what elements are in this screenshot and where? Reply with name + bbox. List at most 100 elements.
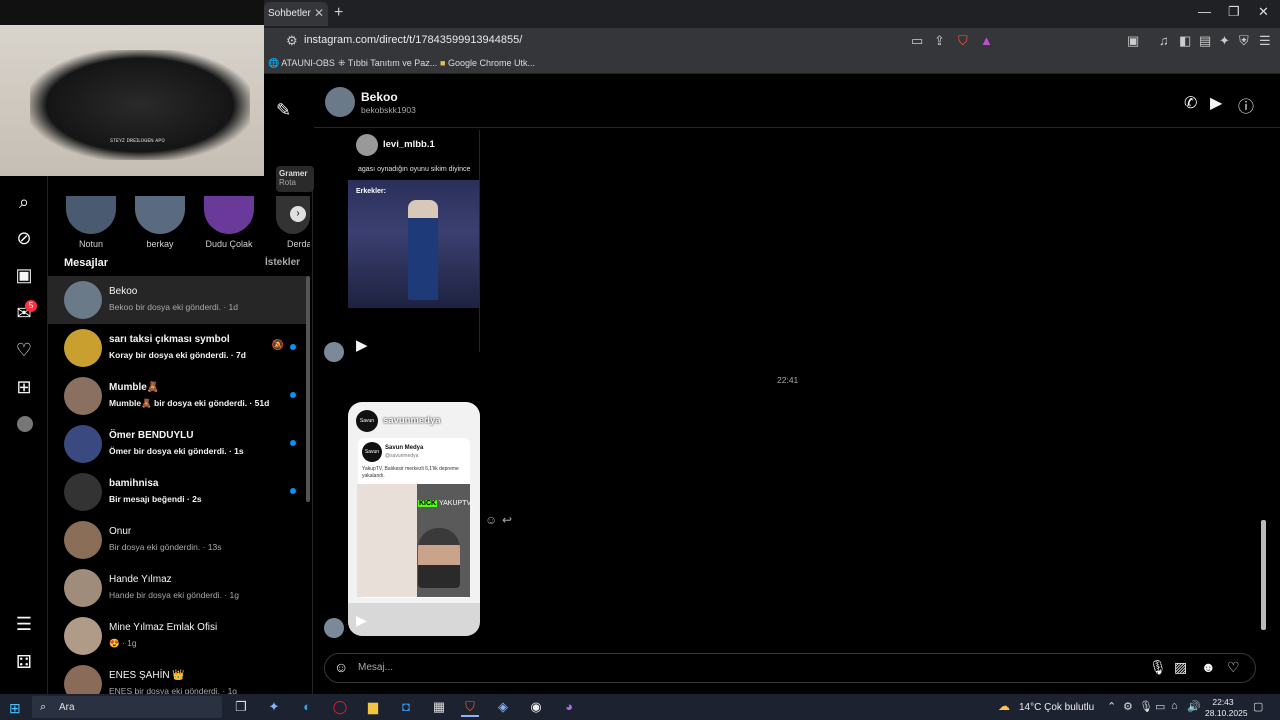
- explore-icon[interactable]: ⊘: [14, 228, 34, 249]
- conversation-item[interactable]: sarı taksi çıkması symbol Koray bir dosy…: [48, 324, 306, 372]
- weather-text[interactable]: 14°C Çok bulutlu: [1019, 702, 1094, 713]
- file-explorer-icon[interactable]: ▆: [364, 699, 382, 715]
- brave-rewards-icon[interactable]: ▲: [980, 33, 993, 48]
- cast-icon[interactable]: ▭: [911, 33, 923, 49]
- app-icon[interactable]: ◈: [494, 699, 512, 715]
- chat-avatar[interactable]: [325, 87, 355, 117]
- conversation-item[interactable]: Mumble🧸 Mumble🧸 bir dosya eki gönderdi. …: [48, 372, 306, 420]
- close-window-button[interactable]: ✕: [1258, 4, 1269, 20]
- reel-icon: ▶: [356, 337, 368, 354]
- conversation-item[interactable]: bamihnisa Bir mesajı beğendi · 2s: [48, 468, 306, 516]
- react-emoji-icon[interactable]: ☺: [485, 513, 497, 527]
- conversation-item[interactable]: Mine Yılmaz Emlak Ofisi 😍 · 1g: [48, 612, 306, 660]
- profile-avatar[interactable]: [17, 416, 33, 432]
- sidebar-toggle-icon[interactable]: ▣: [1127, 33, 1139, 49]
- brave-taskbar-icon[interactable]: ⛉: [461, 699, 479, 717]
- conversation-preview: Bir dosya eki gönderdin. · 13s: [109, 542, 222, 552]
- conversation-item[interactable]: Hande Yılmaz Hande bir dosya eki gönderd…: [48, 564, 306, 612]
- bookmark-tibbi[interactable]: ⁜ Tıbbi Tanıtım ve Paz...: [338, 58, 437, 69]
- image-icon[interactable]: ▨: [1174, 659, 1187, 676]
- chat-scrollbar[interactable]: [1261, 520, 1266, 630]
- volume-icon[interactable]: 🔊: [1187, 700, 1201, 713]
- tab-sohbetler[interactable]: Sohbetler ✕: [264, 2, 328, 26]
- conversation-avatar: [64, 617, 102, 655]
- copilot-icon[interactable]: ✦: [265, 699, 283, 715]
- info-icon[interactable]: ⓘ: [1238, 93, 1254, 117]
- story-item[interactable]: berkay: [135, 196, 185, 249]
- windows-start-icon[interactable]: ⊞: [9, 700, 21, 717]
- clock[interactable]: 22:43 28.10.2025: [1205, 697, 1248, 719]
- notification-center-icon[interactable]: ▢: [1253, 700, 1263, 713]
- apps-icon[interactable]: ⚃: [14, 652, 34, 673]
- chat-name[interactable]: Bekoo: [361, 90, 398, 104]
- webcam-overlay: ꜱᴛᴇʏᴢ ᴅʀᴇɪʟᴏɢᴇɴ ᴀᴘᴏ: [0, 0, 264, 176]
- conversation-item[interactable]: Bekoo Bekoo bir dosya eki gönderdi. · 1d: [48, 276, 306, 324]
- heart-icon[interactable]: ♡: [1227, 659, 1240, 676]
- notifications-icon[interactable]: ♡: [14, 340, 34, 361]
- story-item[interactable]: Derda: [276, 196, 310, 249]
- vpn-icon[interactable]: ⛨: [1239, 33, 1249, 49]
- bookmark-folder[interactable]: ■ Google Chrome Utk...: [440, 58, 535, 68]
- story-item[interactable]: Notun: [66, 196, 116, 249]
- tab-close-icon[interactable]: ✕: [314, 6, 324, 20]
- conversation-avatar: [64, 569, 102, 607]
- conversation-preview: Bekoo bir dosya eki gönderdi. · 1d: [109, 302, 238, 312]
- conversation-avatar: [64, 281, 102, 319]
- search-icon[interactable]: ⌕: [14, 192, 34, 213]
- microphone-icon[interactable]: 🎙: [1149, 659, 1167, 676]
- conversation-item[interactable]: Ömer BENDUYLU Ömer bir dosya eki gönderd…: [48, 420, 306, 468]
- video-call-icon[interactable]: ▶: [1210, 93, 1222, 113]
- reels-icon[interactable]: ▣: [14, 265, 34, 286]
- display-icon[interactable]: ▭: [1155, 700, 1165, 713]
- minimize-button[interactable]: —: [1198, 4, 1211, 19]
- conversation-item[interactable]: ENES ŞAHİN 👑 ENES bir dosya eki gönderdi…: [48, 660, 306, 694]
- url-field[interactable]: instagram.com/direct/t/17843599913944855…: [304, 34, 522, 46]
- more-menu-icon[interactable]: ☰: [14, 614, 34, 635]
- edge-icon[interactable]: ◐: [298, 699, 316, 714]
- story-item[interactable]: Dudu Çolak: [204, 196, 254, 249]
- tray-overflow-icon[interactable]: ⌃: [1107, 700, 1116, 713]
- story-name: Derda: [287, 239, 310, 249]
- opera-icon[interactable]: ◯: [331, 699, 349, 715]
- task-view-icon[interactable]: ❐: [232, 699, 250, 715]
- discord-icon[interactable]: ◕: [560, 699, 578, 714]
- conversation-preview: Ömer bir dosya eki gönderdi. · 1s: [109, 446, 244, 456]
- leo-ai-icon[interactable]: ✦: [1219, 33, 1230, 49]
- create-icon[interactable]: ⊞: [14, 377, 34, 398]
- music-icon[interactable]: ♫: [1159, 33, 1169, 48]
- shared-post-username[interactable]: levi_mlbb.1: [383, 139, 435, 150]
- reply-icon[interactable]: ↩: [502, 513, 512, 527]
- outlook-icon[interactable]: ◘: [397, 699, 415, 714]
- emoji-icon[interactable]: ☺: [334, 659, 348, 675]
- microphone-tray-icon[interactable]: 🎙: [1139, 700, 1153, 713]
- chat-list-scrollbar[interactable]: [306, 276, 310, 502]
- site-info-icon[interactable]: ⚙: [286, 33, 298, 49]
- message-input[interactable]: Mesaj...: [358, 662, 393, 673]
- message-composer[interactable]: [324, 653, 1256, 683]
- phone-call-icon[interactable]: ✆: [1184, 93, 1197, 113]
- compose-icon[interactable]: ✎: [276, 100, 291, 121]
- menu-icon[interactable]: ☰: [1259, 33, 1271, 49]
- bookmark-label: Google Chrome Utk...: [447, 58, 535, 68]
- unread-dot: [290, 440, 296, 446]
- story-next-button[interactable]: ›: [290, 206, 306, 222]
- store-icon[interactable]: ▦: [430, 699, 448, 715]
- share-icon[interactable]: ⇪: [934, 33, 945, 49]
- conversation-name: bamihnisa: [109, 478, 159, 489]
- tray-app-icon[interactable]: ⚙: [1123, 700, 1133, 713]
- requests-link[interactable]: İstekler: [265, 257, 300, 268]
- gramer-card[interactable]: Gramer Rota: [276, 166, 314, 192]
- network-icon[interactable]: ⌂: [1171, 700, 1178, 712]
- conversation-name: Bekoo: [109, 286, 138, 297]
- sticker-icon[interactable]: ☻: [1201, 659, 1216, 675]
- bookmark-atauni[interactable]: 🌐 ATAUNI-OBS: [268, 58, 335, 69]
- new-tab-button[interactable]: +: [334, 4, 343, 22]
- conversation-avatar: [64, 521, 102, 559]
- wallet-icon[interactable]: ▤: [1199, 33, 1211, 49]
- brave-shield-icon[interactable]: ⛉: [958, 33, 968, 49]
- panel-icon[interactable]: ◧: [1179, 33, 1191, 49]
- obs-icon[interactable]: ◉: [527, 699, 545, 715]
- restore-button[interactable]: ❐: [1228, 4, 1240, 20]
- reel-author-handle[interactable]: savunmedya: [383, 415, 441, 426]
- conversation-item[interactable]: Onur Bir dosya eki gönderdin. · 13s: [48, 516, 306, 564]
